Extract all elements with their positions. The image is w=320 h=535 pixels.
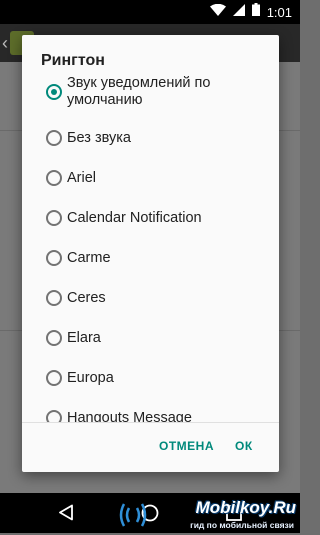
ringtone-option-calendar-notification[interactable]: Calendar Notification <box>22 198 279 238</box>
radio-button[interactable] <box>46 410 62 422</box>
watermark-subtitle: гид по мобильной связи <box>190 520 294 530</box>
radio-button[interactable] <box>46 130 62 146</box>
status-time: 1:01 <box>266 4 292 20</box>
wifi-icon <box>209 3 226 21</box>
option-label: Без звука <box>67 130 131 146</box>
watermark: Mobilkoy.Ru гид по мобильной связи <box>116 498 296 532</box>
radio-button[interactable] <box>46 290 62 306</box>
ok-button[interactable]: ОК <box>235 439 253 453</box>
battery-icon <box>251 3 260 21</box>
app-back-arrow-icon: ‹ <box>2 33 8 53</box>
radio-button[interactable] <box>46 330 62 346</box>
option-label: Calendar Notification <box>67 210 202 226</box>
option-label: Carme <box>67 250 111 266</box>
radio-button[interactable] <box>46 210 62 226</box>
ringtone-options-list[interactable]: Звук уведомлений по умолчанию Без звука … <box>22 71 279 422</box>
signal-icon <box>232 3 245 21</box>
option-label: Europa <box>67 370 114 386</box>
back-icon[interactable] <box>58 504 74 526</box>
radio-button[interactable] <box>46 170 62 186</box>
radio-button[interactable] <box>46 250 62 266</box>
ringtone-option-ariel[interactable]: Ariel <box>22 158 279 198</box>
dialog-divider <box>22 422 279 423</box>
ringtone-option-europa[interactable]: Europa <box>22 358 279 398</box>
status-bar: 1:01 <box>0 0 300 24</box>
option-label: Звук уведомлений по умолчанию <box>67 75 211 108</box>
ringtone-option-carme[interactable]: Carme <box>22 238 279 278</box>
option-label: Ceres <box>67 290 106 306</box>
status-icons: 1:01 <box>209 0 292 24</box>
ringtone-option-elara[interactable]: Elara <box>22 318 279 358</box>
option-label: Elara <box>67 330 101 346</box>
option-label: Hangouts Message <box>67 410 192 422</box>
ringtone-option-ceres[interactable]: Ceres <box>22 278 279 318</box>
cancel-button[interactable]: ОТМЕНА <box>159 439 214 453</box>
signal-waves-icon <box>116 500 150 535</box>
ringtone-option-default[interactable]: Звук уведомлений по умолчанию <box>22 71 279 111</box>
ringtone-option-silent[interactable]: Без звука <box>22 118 279 158</box>
option-label: Ariel <box>67 170 97 186</box>
dialog-title: Рингтон <box>41 52 105 69</box>
ringtone-option-hangouts-message[interactable]: Hangouts Message <box>22 398 279 422</box>
watermark-title: Mobilkoy.Ru <box>195 498 296 517</box>
ringtone-dialog: Рингтон Звук уведомлений по умолчанию Бе… <box>22 35 279 472</box>
radio-button[interactable] <box>46 370 62 386</box>
radio-button-checked[interactable] <box>46 84 62 100</box>
